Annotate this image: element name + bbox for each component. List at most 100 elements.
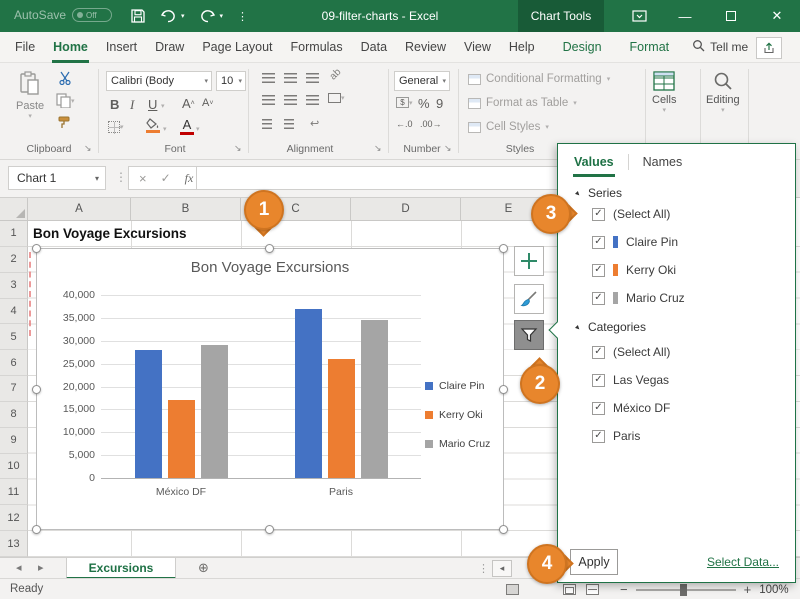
series-row-claire[interactable]: ✓Claire Pin: [592, 228, 678, 256]
font-size-select[interactable]: 10▾: [216, 71, 246, 91]
increase-indent-button[interactable]: [284, 119, 294, 129]
grow-font-button[interactable]: A˄: [182, 96, 195, 111]
decrease-indent-button[interactable]: [262, 119, 272, 129]
save-button[interactable]: [130, 8, 146, 24]
cut-button[interactable]: [58, 71, 72, 85]
category-row-las-vegas[interactable]: ✓Las Vegas: [592, 366, 669, 394]
paste-button[interactable]: Paste ▾: [16, 71, 44, 120]
checkbox-checked-icon[interactable]: ✓: [592, 402, 605, 415]
tab-format[interactable]: Format: [621, 32, 679, 63]
row-header-2[interactable]: 2: [0, 247, 28, 273]
close-button[interactable]: ✕: [754, 0, 800, 32]
row-header-13[interactable]: 13: [0, 531, 28, 557]
fill-color-dropdown-icon[interactable]: ▾: [163, 125, 167, 133]
name-box[interactable]: Chart 1▾: [8, 166, 106, 190]
font-color-dropdown-icon[interactable]: ▾: [196, 125, 200, 133]
autosave-toggle[interactable]: AutoSave Off: [14, 8, 112, 22]
borders-button[interactable]: ▾: [108, 121, 124, 133]
zoom-out-icon[interactable]: −: [620, 582, 628, 597]
copy-button[interactable]: ▾: [56, 93, 75, 108]
decrease-decimal-button[interactable]: .00→: [420, 119, 442, 129]
tab-formulas[interactable]: Formulas: [282, 32, 352, 63]
categories-section-header[interactable]: ▲Categories: [574, 320, 646, 334]
formula-bar-drag-handle[interactable]: ⋮: [115, 170, 127, 184]
row-header-6[interactable]: 6: [0, 350, 28, 376]
chart-handle-bottom-right[interactable]: [499, 525, 508, 534]
chart-handle-mid-left[interactable]: [32, 385, 41, 394]
checkbox-checked-icon[interactable]: ✓: [592, 208, 605, 221]
ribbon-display-options-button[interactable]: [616, 0, 662, 32]
clipboard-dialog-launcher[interactable]: ↘: [84, 143, 92, 154]
editing-button[interactable]: Editing ▾: [706, 71, 740, 114]
new-sheet-button[interactable]: ⊕: [198, 560, 209, 576]
number-dialog-launcher[interactable]: ↘: [444, 143, 452, 154]
enter-icon[interactable]: ✓: [161, 171, 171, 185]
row-header-1[interactable]: 1: [0, 221, 28, 247]
checkbox-checked-icon[interactable]: ✓: [592, 430, 605, 443]
tab-file[interactable]: File: [6, 32, 44, 63]
cells-button[interactable]: Cells ▾: [652, 71, 676, 114]
checkbox-checked-icon[interactable]: ✓: [592, 374, 605, 387]
increase-decimal-button[interactable]: ←.0: [396, 119, 413, 129]
bar-mario-cruz[interactable]: [201, 345, 228, 478]
cells-dropdown-icon[interactable]: ▾: [662, 106, 666, 114]
bar-mario-cruz[interactable]: [361, 320, 388, 478]
tab-draw[interactable]: Draw: [146, 32, 193, 63]
tab-data[interactable]: Data: [352, 32, 396, 63]
align-center-button[interactable]: [284, 95, 297, 105]
row-header-11[interactable]: 11: [0, 479, 28, 505]
row-header-3[interactable]: 3: [0, 273, 28, 299]
chart-handle-bottom-left[interactable]: [32, 525, 41, 534]
legend-item[interactable]: Mario Cruz: [425, 429, 490, 458]
percent-style-button[interactable]: %: [418, 96, 430, 111]
tell-me-box[interactable]: Tell me: [692, 39, 748, 55]
underline-button[interactable]: U: [148, 97, 157, 112]
merge-center-button[interactable]: ▾: [328, 93, 345, 103]
series-row-mario[interactable]: ✓Mario Cruz: [592, 284, 685, 312]
bar-claire-pin[interactable]: [135, 350, 162, 478]
italic-button[interactable]: I: [130, 97, 134, 113]
redo-button[interactable]: [199, 9, 216, 24]
cell-styles-button[interactable]: Cell Styles▾: [468, 121, 549, 133]
align-right-button[interactable]: [306, 95, 319, 105]
bar-kerry-oki[interactable]: [168, 400, 195, 478]
chart-title[interactable]: Bon Voyage Excursions: [37, 259, 503, 276]
chart-handle-top-center[interactable]: [265, 244, 274, 253]
panel-tab-values[interactable]: Values: [568, 144, 620, 180]
column-header-B[interactable]: B: [131, 198, 241, 221]
hscroll-left-icon[interactable]: ◂: [492, 560, 512, 577]
checkbox-checked-icon[interactable]: ✓: [592, 346, 605, 359]
alignment-dialog-launcher[interactable]: ↘: [374, 143, 382, 154]
zoom-slider-thumb[interactable]: [680, 584, 687, 596]
sheet-nav-next-icon[interactable]: ▸: [38, 561, 44, 574]
paste-dropdown-icon[interactable]: ▾: [28, 112, 32, 120]
insert-function-icon[interactable]: fx: [185, 171, 194, 186]
align-middle-button[interactable]: [284, 73, 297, 83]
checkbox-checked-icon[interactable]: ✓: [592, 264, 605, 277]
chart-handle-top-left[interactable]: [32, 244, 41, 253]
orientation-button[interactable]: ab: [328, 67, 344, 83]
series-section-header[interactable]: ▲Series: [574, 186, 622, 200]
select-all-corner[interactable]: [0, 198, 28, 221]
chart-object[interactable]: Bon Voyage Excursions 40,00035,00030,000…: [36, 248, 504, 530]
row-header-7[interactable]: 7: [0, 376, 28, 402]
autosave-pill[interactable]: Off: [72, 8, 112, 22]
zoom-level[interactable]: 100%: [759, 584, 788, 596]
checkbox-checked-icon[interactable]: ✓: [592, 292, 605, 305]
font-name-select[interactable]: Calibri (Body▾: [106, 71, 212, 91]
series-row-kerry[interactable]: ✓Kerry Oki: [592, 256, 676, 284]
font-dialog-launcher[interactable]: ↘: [234, 143, 242, 154]
checkbox-checked-icon[interactable]: ✓: [592, 236, 605, 249]
page-layout-view-button[interactable]: [563, 584, 576, 595]
name-box-dropdown-icon[interactable]: ▾: [95, 174, 99, 183]
panel-tab-names[interactable]: Names: [637, 144, 689, 180]
row-header-9[interactable]: 9: [0, 428, 28, 454]
chart-filters-button[interactable]: [514, 320, 544, 350]
fill-color-button[interactable]: [146, 118, 160, 133]
apply-button[interactable]: Apply: [570, 549, 618, 575]
sheet-nav-prev-icon[interactable]: ◂: [16, 561, 22, 574]
normal-view-button[interactable]: [506, 584, 519, 595]
row-header-8[interactable]: 8: [0, 402, 28, 428]
legend-item[interactable]: Kerry Oki: [425, 400, 490, 429]
category-row-mexico-df[interactable]: ✓México DF: [592, 394, 670, 422]
